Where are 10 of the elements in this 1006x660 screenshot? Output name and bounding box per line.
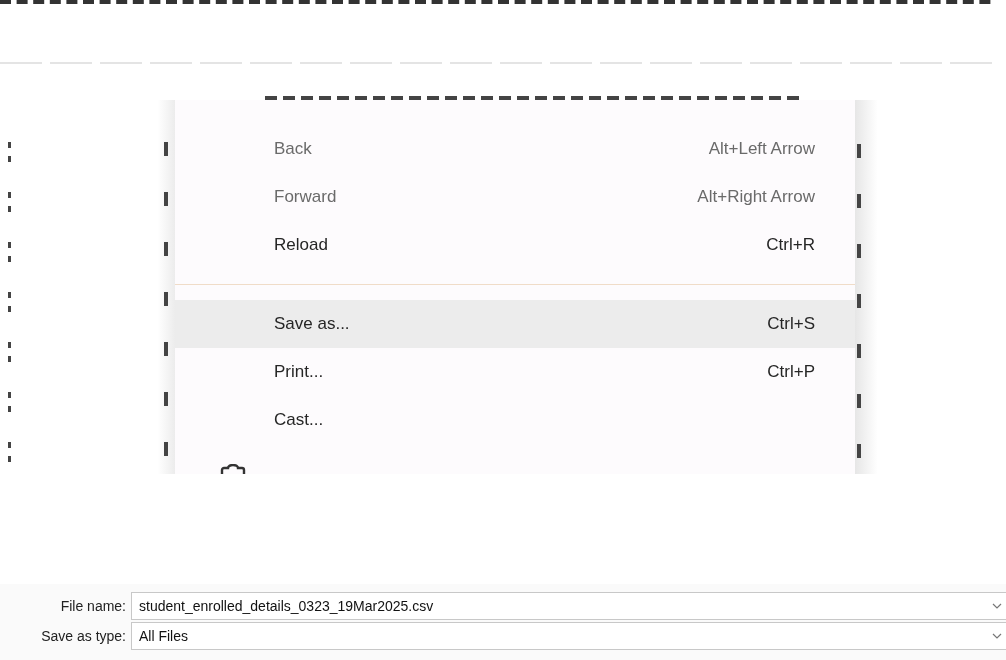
menu-item[interactable]: Reload Ctrl+R (175, 221, 855, 269)
field-label: Save as type: (40, 628, 127, 644)
dropdown-field[interactable]: student_enrolled_details_0323_19Mar2025.csv (131, 592, 1006, 620)
menu-item[interactable]: Cast... (175, 396, 855, 444)
chevron-down-icon (992, 603, 1002, 609)
menu-item[interactable]: Print... Ctrl+P (175, 348, 855, 396)
menu-item[interactable]: Save as... Ctrl+S (175, 300, 855, 348)
dropdown-field[interactable]: All Files (131, 622, 1006, 650)
field-label: File name: (59, 598, 127, 614)
chevron-down-icon (992, 633, 1002, 639)
